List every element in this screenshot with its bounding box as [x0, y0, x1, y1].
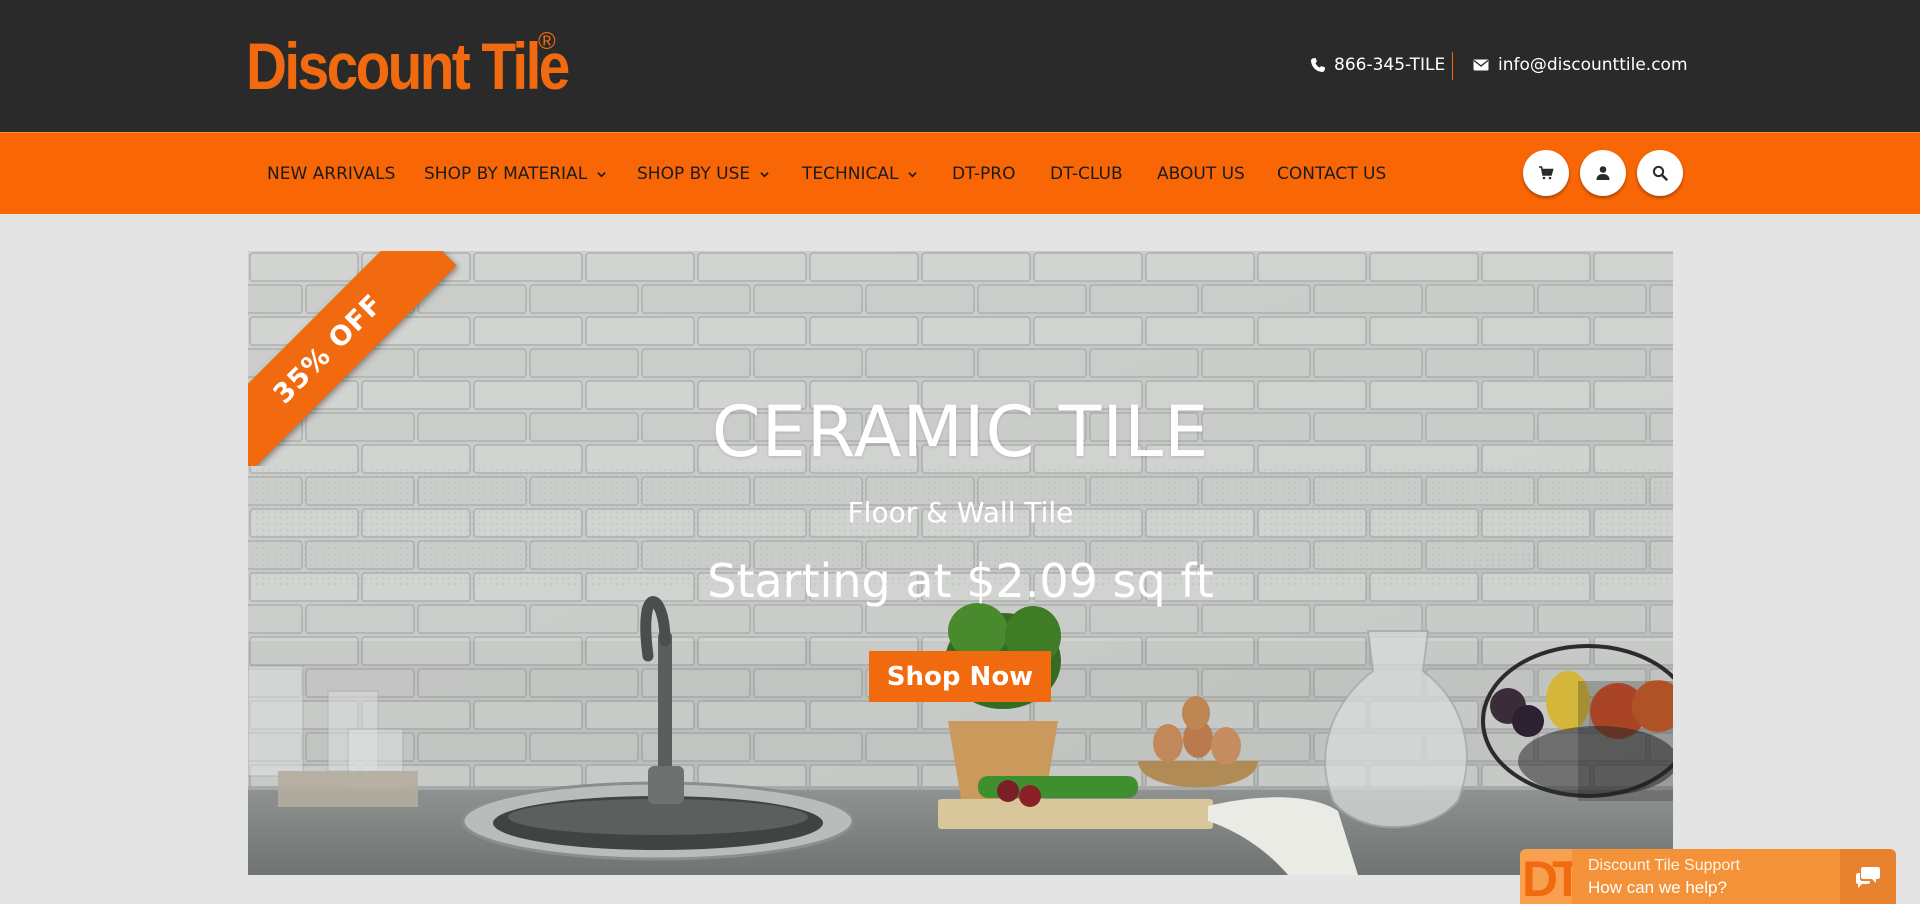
search-button[interactable]: [1637, 150, 1683, 196]
chevron-down-icon: [908, 171, 918, 177]
hero-title: CERAMIC TILE: [711, 391, 1210, 473]
nav-about-us[interactable]: ABOUT US: [1157, 133, 1245, 215]
registered-mark: ®: [538, 28, 556, 55]
account-button[interactable]: [1580, 150, 1626, 196]
hero-banner[interactable]: 35% OFF CERAMIC TILE Floor & Wall Tile S…: [248, 251, 1673, 875]
nav-shop-by-material[interactable]: SHOP BY MATERIAL: [424, 133, 606, 215]
cart-icon: [1539, 166, 1554, 180]
chat-bubbles-icon: [1856, 866, 1880, 888]
phone-link[interactable]: 866-345-TILE: [1310, 52, 1445, 78]
email-address: info@discounttile.com: [1498, 55, 1688, 75]
nav-contact-us[interactable]: CONTACT US: [1277, 133, 1386, 215]
logo-text: Discount Tile: [246, 29, 570, 103]
chat-subtitle: How can we help?: [1588, 878, 1727, 897]
main-nav: NEW ARRIVALS SHOP BY MATERIAL SHOP BY US…: [0, 132, 1920, 214]
contact-divider: [1452, 52, 1453, 80]
nav-label: DT-PRO: [952, 164, 1016, 184]
chevron-down-icon: [597, 171, 606, 177]
nav-label: TECHNICAL: [802, 164, 899, 184]
discount-tile-logo[interactable]: Discount Tile ®: [246, 28, 620, 104]
nav-dt-pro[interactable]: DT-PRO: [952, 133, 1016, 215]
shop-now-button[interactable]: Shop Now: [869, 651, 1051, 702]
dt-logo: DT: [1520, 849, 1572, 904]
nav-label: NEW ARRIVALS: [267, 164, 396, 184]
phone-icon: [1311, 58, 1325, 72]
cart-button[interactable]: [1523, 150, 1569, 196]
chevron-down-icon: [760, 171, 769, 177]
nav-label: DT-CLUB: [1050, 164, 1123, 184]
hero-price: Starting at $2.09 sq ft: [707, 554, 1214, 608]
email-link[interactable]: info@discounttile.com: [1472, 52, 1688, 78]
open-chat-button[interactable]: [1840, 849, 1896, 904]
envelope-icon: [1473, 59, 1489, 71]
nav-new-arrivals[interactable]: NEW ARRIVALS: [267, 133, 395, 215]
top-header: Discount Tile ® 866-345-TILE info@discou…: [0, 0, 1920, 132]
chat-title: Discount Tile Support: [1588, 857, 1741, 874]
user-icon: [1596, 166, 1610, 180]
nav-label: CONTACT US: [1277, 164, 1387, 184]
phone-number: 866-345-TILE: [1334, 55, 1446, 75]
nav-dt-club[interactable]: DT-CLUB: [1050, 133, 1123, 215]
nav-label: SHOP BY USE: [637, 164, 751, 184]
nav-technical[interactable]: TECHNICAL: [802, 133, 918, 215]
search-icon: [1652, 165, 1668, 181]
nav-shop-by-use[interactable]: SHOP BY USE: [637, 133, 769, 215]
nav-label: ABOUT US: [1157, 164, 1245, 184]
nav-label: SHOP BY MATERIAL: [424, 164, 588, 184]
hero-subtitle: Floor & Wall Tile: [847, 496, 1074, 529]
support-chat-widget[interactable]: DT Discount Tile Support How can we help…: [1520, 849, 1896, 904]
